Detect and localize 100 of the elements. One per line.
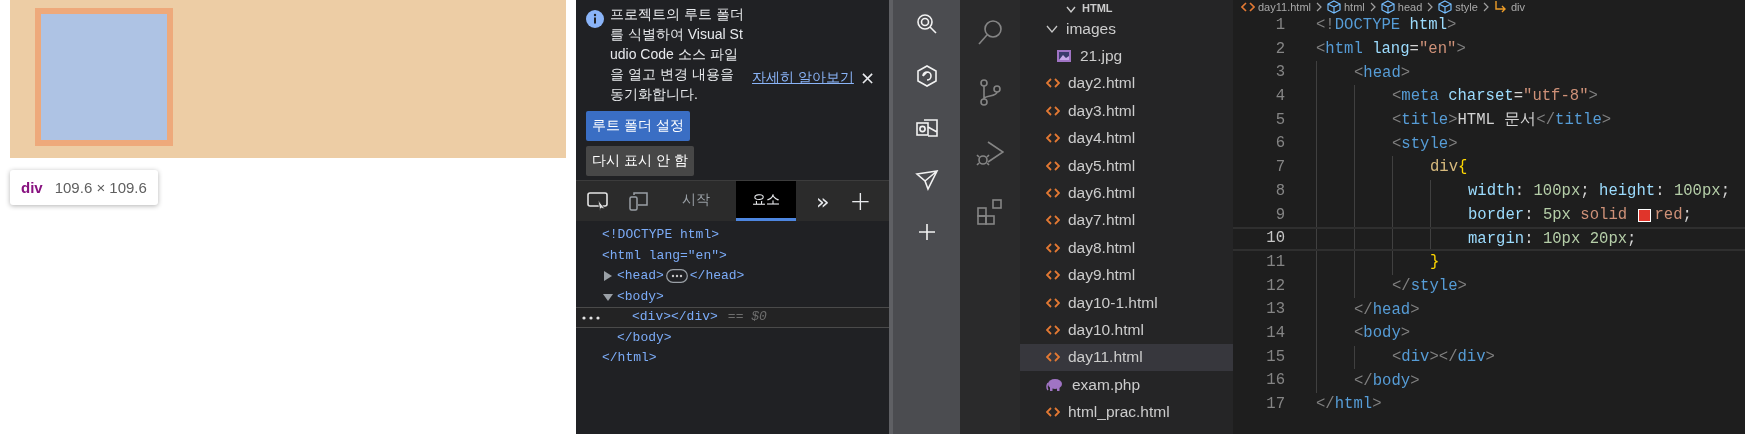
devtools-tab[interactable]: 시작	[666, 181, 726, 221]
chevron-icon	[1426, 2, 1435, 12]
file-item[interactable]: day10.html	[1020, 316, 1233, 344]
elephant-icon	[1046, 377, 1064, 392]
breadcrumb-item[interactable]: head	[1380, 0, 1423, 14]
code-text: <style>	[1392, 134, 1458, 154]
breadcrumb-item[interactable]: div	[1493, 0, 1525, 14]
code-text: <html lang="en">	[1316, 40, 1466, 60]
file-item[interactable]: day5.html	[1020, 151, 1233, 180]
search-icon[interactable]	[914, 12, 939, 36]
hexagon-icon[interactable]	[914, 64, 939, 88]
breadcrumb-item[interactable]: style	[1438, 0, 1478, 14]
file-item[interactable]: day8.html	[1020, 234, 1233, 262]
line-number: 2	[1274, 38, 1285, 60]
extensions-icon[interactable]	[976, 198, 1004, 226]
set-root-button[interactable]: 루트 폴더 설정	[586, 111, 690, 141]
symbol-icon	[1493, 0, 1508, 14]
chevron-icon[interactable]	[1066, 5, 1076, 15]
line-number: 4	[1274, 86, 1285, 108]
tooltip-tag: div	[21, 179, 43, 196]
line-number: 6	[1274, 133, 1285, 155]
line-number: 9	[1274, 204, 1285, 226]
code-file-icon	[1046, 406, 1060, 419]
file-item[interactable]: day9.html	[1020, 261, 1233, 289]
file-item[interactable]: day4.html	[1020, 124, 1233, 152]
line-number: 10	[1265, 229, 1285, 249]
dom-tag-text: </html>	[602, 349, 657, 367]
dom-node[interactable]: <html lang="en">	[576, 245, 889, 266]
line-number: 1	[1274, 15, 1285, 36]
chevron-icon	[1315, 2, 1323, 12]
file-item[interactable]: day2.html	[1020, 69, 1233, 98]
code-text: div{	[1430, 158, 1468, 178]
file-item[interactable]: exam.php	[1020, 371, 1233, 399]
code-text: <!DOCTYPE html>	[1316, 16, 1457, 36]
file-item[interactable]: day7.html	[1020, 206, 1233, 235]
ellipsis-icon[interactable]	[665, 269, 688, 284]
file-item[interactable]: 21.jpg	[1020, 42, 1233, 70]
file-item[interactable]: html_prac.html	[1020, 398, 1233, 426]
close-button[interactable]: ×	[859, 67, 875, 88]
code-text: <div></div>	[1392, 347, 1495, 367]
code-text: <head>	[1354, 63, 1411, 83]
dom-node[interactable]: <head> </head>	[576, 266, 889, 287]
file-item[interactable]: day6.html	[1020, 179, 1233, 207]
code-file-icon	[1046, 241, 1060, 254]
tooltip-size: 109.6 × 109.6	[54, 179, 147, 196]
code-text: red;	[1654, 205, 1692, 225]
code-file-icon	[1046, 104, 1060, 117]
dom-node[interactable]: <div></div> == $0	[576, 307, 889, 328]
collapsed-arrow-icon[interactable]	[603, 271, 613, 282]
dom-tag-text: <div></div>	[632, 308, 718, 326]
dots-icon[interactable]	[582, 316, 600, 320]
code-file-icon	[1046, 324, 1060, 336]
selection-marker: == $0	[727, 308, 767, 326]
line-number: 5	[1274, 109, 1285, 131]
more-tabs-button[interactable]: »	[806, 181, 840, 221]
line-number: 7	[1274, 157, 1285, 179]
code-text: </style>	[1392, 276, 1467, 296]
code-file-icon	[1046, 132, 1060, 145]
run-debug-icon[interactable]	[976, 138, 1004, 166]
paper-plane-icon[interactable]	[914, 168, 939, 192]
dismiss-button[interactable]: 다시 표시 안 함	[586, 146, 694, 176]
dom-tag-text: <body>	[617, 287, 664, 306]
line-number: 12	[1265, 275, 1285, 297]
search-icon[interactable]	[976, 18, 1004, 46]
device-icon[interactable]	[626, 190, 650, 212]
cube-icon	[1327, 0, 1341, 14]
line-number: 15	[1265, 346, 1285, 368]
line-number: 3	[1274, 62, 1285, 84]
color-swatch[interactable]	[1638, 208, 1652, 222]
notice-message: 프로젝트의 루트 폴더를 식별하여 Visual Studio Code 소스 파일을 열고 변경 내용을 동기화합니다.	[610, 5, 744, 104]
code-file-icon	[1046, 296, 1060, 309]
code-text: }	[1430, 253, 1440, 273]
dom-node[interactable]: <body>	[576, 286, 889, 307]
mail-app-icon[interactable]	[914, 116, 939, 140]
code-text: </body>	[1354, 371, 1420, 391]
expanded-arrow-icon[interactable]	[603, 291, 613, 302]
dom-tag-text: <html lang="en">	[602, 246, 727, 265]
code-text: width: 100px; height: 100px;	[1468, 182, 1731, 202]
code-file-icon	[1046, 159, 1060, 172]
dom-node[interactable]: <!DOCTYPE html>	[576, 225, 889, 246]
code-file-icon	[1046, 269, 1060, 282]
inspect-icon[interactable]	[586, 190, 610, 212]
code-text: <title>HTML 문서</title>	[1392, 111, 1612, 131]
line-number: 14	[1265, 322, 1285, 344]
file-item[interactable]: images	[1020, 15, 1233, 43]
line-number: 17	[1265, 394, 1285, 415]
devtools-tab[interactable]: 요소	[736, 181, 796, 221]
image-file-icon	[1056, 49, 1072, 64]
add-tab-button[interactable]: +	[839, 181, 882, 221]
code-file-icon	[1046, 351, 1060, 364]
file-item[interactable]: day10-1.html	[1020, 288, 1233, 317]
file-item[interactable]: day3.html	[1020, 97, 1233, 125]
learn-more-link[interactable]: 자세히 알아보기	[752, 69, 854, 87]
file-item[interactable]: day11.html	[1020, 343, 1233, 372]
breadcrumb-item[interactable]: html	[1327, 0, 1365, 14]
code-file-icon	[1046, 187, 1060, 200]
code-file-icon	[1046, 77, 1060, 90]
chevron-icon	[1368, 2, 1377, 12]
line-number: 16	[1265, 370, 1285, 392]
breadcrumb-item[interactable]: day11.html	[1241, 0, 1311, 14]
